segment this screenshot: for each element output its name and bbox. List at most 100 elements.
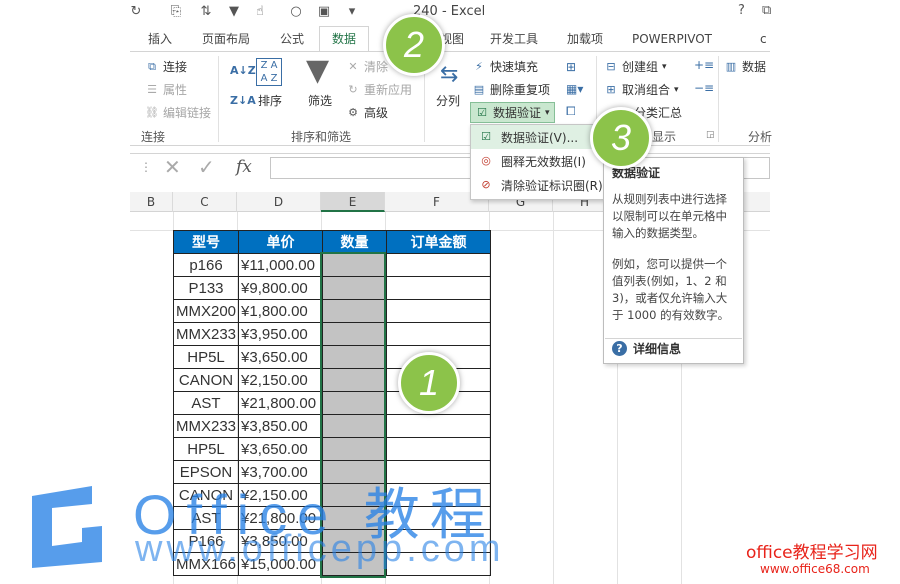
text-to-columns-icon[interactable]: ⇆ xyxy=(440,62,458,87)
circle-icon[interactable]: ○ xyxy=(288,4,304,20)
chevron-down-icon: ▾ xyxy=(662,61,667,72)
price-cell[interactable]: ¥21,800.00 xyxy=(238,391,324,415)
amount-cell[interactable] xyxy=(386,253,492,277)
filter-icon[interactable]: ▼ xyxy=(226,4,242,20)
amount-cell[interactable] xyxy=(386,437,492,461)
price-cell[interactable]: ¥2,150.00 xyxy=(238,368,324,392)
column-header-d[interactable]: D xyxy=(237,192,321,212)
properties-button[interactable]: ☰ 属性 xyxy=(145,81,187,98)
connections-label: 连接 xyxy=(163,60,188,74)
text-to-columns-button[interactable]: 分列 xyxy=(436,92,460,109)
flash-fill-icon: ⚡ xyxy=(475,59,483,73)
menu-item-clear-circles[interactable]: ⊘ 清除验证标识圈(R) xyxy=(471,173,604,197)
model-cell[interactable]: MMX233 xyxy=(172,414,240,438)
menu-item-circle-invalid[interactable]: ◎ 圈释无效数据(I) xyxy=(471,149,604,173)
consolidate-icon[interactable]: ⊞ xyxy=(566,60,576,74)
group-button[interactable]: ⊟ 创建组 ▾ xyxy=(604,58,667,75)
flash-fill-button[interactable]: ⚡ 快速填充 xyxy=(472,58,538,75)
tab-developer[interactable]: 开发工具 xyxy=(490,28,538,50)
ribbon-separator xyxy=(218,56,219,142)
header-quantity[interactable]: 数量 xyxy=(322,230,388,254)
enter-icon[interactable]: ✓ xyxy=(198,155,215,179)
filter-button[interactable]: 筛选 xyxy=(308,92,332,109)
what-if-icon[interactable]: ▦▾ xyxy=(566,82,583,96)
model-cell[interactable]: MMX200 xyxy=(172,299,240,323)
model-cell[interactable]: MMX233 xyxy=(172,322,240,346)
header-price[interactable]: 单价 xyxy=(238,230,324,254)
price-cell[interactable]: ¥1,800.00 xyxy=(238,299,324,323)
data-validation-icon: ☑ xyxy=(477,105,487,119)
tab-data[interactable]: 数据 xyxy=(319,26,369,52)
touch-mode-icon[interactable]: ☝ xyxy=(252,4,268,20)
model-cell[interactable]: CANON xyxy=(172,368,240,392)
clear-filter-icon: ✕ xyxy=(348,59,358,73)
data-validation-icon: ☑ xyxy=(481,130,491,143)
amount-cell[interactable] xyxy=(386,276,492,300)
relationships-icon[interactable]: ⧠ xyxy=(566,104,576,119)
remove-duplicates-button[interactable]: ▤ 删除重复项 xyxy=(472,81,550,98)
data-validation-button[interactable]: ☑ 数据验证 ▾ xyxy=(470,102,555,123)
data-validation-label: 数据验证 xyxy=(493,106,542,120)
model-cell[interactable]: P133 xyxy=(172,276,240,300)
cancel-icon[interactable]: ✕ xyxy=(164,155,181,179)
sort-az-icon[interactable]: ⇅ xyxy=(198,4,214,20)
edit-links-button[interactable]: ⛓ 编辑链接 xyxy=(145,104,211,121)
header-model[interactable]: 型号 xyxy=(172,230,240,254)
edit-links-label: 编辑链接 xyxy=(163,106,212,120)
amount-cell[interactable] xyxy=(386,299,492,323)
ungroup-button[interactable]: ⊞ 取消组合 ▾ xyxy=(604,81,678,98)
format-painter-icon[interactable]: ⎘ xyxy=(168,4,184,20)
model-cell[interactable]: AST xyxy=(172,391,240,415)
tab-insert[interactable]: 插入 xyxy=(148,28,172,50)
group-label: 创建组 xyxy=(622,60,659,74)
tab-formulas[interactable]: 公式 xyxy=(280,28,304,50)
clear-circles-icon: ⊘ xyxy=(481,178,491,191)
tab-more[interactable]: c xyxy=(760,28,767,50)
redo-icon[interactable]: ↻ xyxy=(128,4,144,20)
menu-item-label: 数据验证(V)... xyxy=(501,130,579,145)
header-order-amount[interactable]: 订单金额 xyxy=(386,230,492,254)
reapply-label: 重新应用 xyxy=(364,83,413,97)
advanced-label: 高级 xyxy=(364,106,389,120)
hide-detail-icon[interactable]: −≡ xyxy=(694,81,714,95)
price-cell[interactable]: ¥3,850.00 xyxy=(238,414,324,438)
amount-cell[interactable] xyxy=(386,414,492,438)
menu-item-data-validation[interactable]: ☑ 数据验证(V)... xyxy=(471,125,604,149)
connections-button[interactable]: ⧉ 连接 xyxy=(145,58,187,75)
model-cell[interactable]: HP5L xyxy=(172,345,240,369)
insert-function-button[interactable]: fx xyxy=(236,157,252,177)
model-cell[interactable]: p166 xyxy=(172,253,240,277)
dialog-launcher-icon[interactable]: ◲ xyxy=(706,130,715,140)
tab-addins[interactable]: 加载项 xyxy=(567,28,603,50)
help-button[interactable]: ? xyxy=(738,3,745,18)
data-analysis-icon: ▥ xyxy=(725,59,737,73)
data-analysis-button[interactable]: ▥ 数据 xyxy=(724,58,766,75)
show-detail-icon[interactable]: +≡ xyxy=(694,58,714,72)
column-header-b[interactable]: B xyxy=(130,192,173,212)
model-cell[interactable]: HP5L xyxy=(172,437,240,461)
tab-powerpivot[interactable]: POWERPIVOT xyxy=(632,28,712,50)
column-header-e[interactable]: E xyxy=(321,192,385,212)
amount-cell[interactable] xyxy=(386,322,492,346)
tell-me-more-link[interactable]: ? 详细信息 xyxy=(612,340,681,357)
price-cell[interactable]: ¥3,650.00 xyxy=(238,345,324,369)
reapply-button[interactable]: ↻ 重新应用 xyxy=(346,81,412,98)
sort-dialog-icon[interactable]: Z AA Z xyxy=(256,58,282,86)
camera-icon[interactable]: ▣ xyxy=(316,4,332,20)
price-cell[interactable]: ¥3,950.00 xyxy=(238,322,324,346)
watermark-url: www.officepp.com xyxy=(135,528,505,570)
sort-asc-icon[interactable]: A↓Z xyxy=(230,64,256,77)
tab-page-layout[interactable]: 页面布局 xyxy=(202,28,250,50)
price-cell[interactable]: ¥3,650.00 xyxy=(238,437,324,461)
price-cell[interactable]: ¥11,000.00 xyxy=(238,253,324,277)
qat-dropdown-icon[interactable]: ▾ xyxy=(344,4,360,20)
advanced-button[interactable]: ⚙ 高级 xyxy=(346,104,388,121)
restore-button[interactable]: ⧉ xyxy=(762,3,771,18)
filter-funnel-icon[interactable]: ▼ xyxy=(306,56,329,86)
clear-button[interactable]: ✕ 清除 xyxy=(346,58,388,75)
column-header-c[interactable]: C xyxy=(173,192,237,212)
sort-desc-icon[interactable]: Z↓A xyxy=(230,94,256,107)
price-cell[interactable]: ¥9,800.00 xyxy=(238,276,324,300)
chevron-down-icon: ▾ xyxy=(545,107,550,118)
sort-button[interactable]: 排序 xyxy=(258,92,282,109)
